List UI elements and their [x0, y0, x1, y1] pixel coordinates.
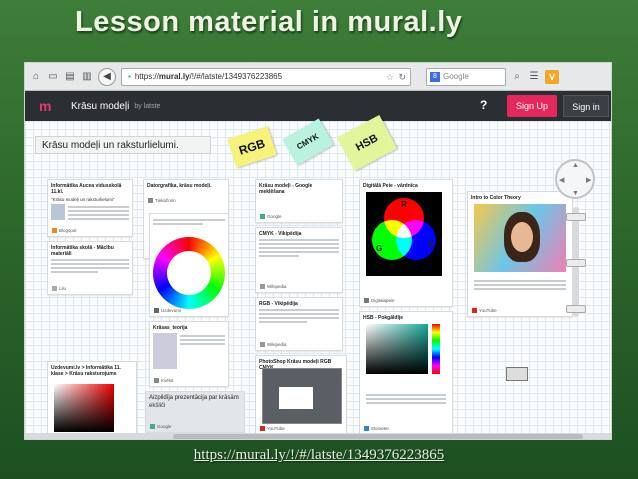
card-source: Tiekažorin	[148, 198, 176, 203]
chevron-right-icon[interactable]: ▶	[586, 176, 591, 184]
help-button[interactable]: ?	[480, 98, 487, 112]
signin-button[interactable]: Sign in	[563, 95, 609, 117]
back-button[interactable]: ◀	[98, 67, 116, 86]
rgb-venn-image: R G B	[366, 192, 442, 276]
card-prezentacija[interactable]: Aizpildīja prezentācija par krāsām ekšli…	[145, 391, 245, 433]
history-icon[interactable]: ▤	[64, 71, 76, 83]
card-source: Slometer	[364, 426, 389, 431]
signup-button[interactable]: Sign Up	[507, 95, 557, 117]
mural-canvas[interactable]: Krāsu modeļi un raksturlielumi. RGB CMYK…	[25, 114, 611, 439]
card-uzdevumi[interactable]: Uzdevumi.lv > Informātika 11. klase > Kr…	[47, 361, 137, 435]
card-title: Aizpildīja prezentācija par krāsām	[149, 395, 239, 401]
reload-icon[interactable]: ↻	[398, 69, 406, 85]
card-digitala-peie[interactable]: Digitālā Peie - vārdnīca R G B Digitalap…	[359, 179, 453, 307]
horizontal-scrollbar-thumb[interactable]	[173, 434, 583, 439]
star-icon[interactable]: ☆	[386, 69, 394, 85]
mural-logo-icon[interactable]: m	[39, 99, 53, 113]
card-aucea[interactable]: Informātika Aucea vidusskolā 11.kl. "Krā…	[47, 179, 133, 237]
card-hsb[interactable]: HSB - Pokgāldīje Slometer	[359, 311, 453, 435]
home-icon[interactable]: ⌂	[30, 71, 42, 83]
chevron-left-icon[interactable]: ◀	[559, 176, 564, 184]
card-source: YouTube	[472, 308, 497, 313]
card-title: Datorgrafika, krāsu modeļi.	[147, 183, 212, 189]
downloads-icon[interactable]: ▥	[81, 71, 93, 83]
card-title: Digitālā Peie - vārdnīca	[363, 183, 418, 189]
board-title: Krāsu modeļi un raksturlielumi.	[35, 136, 211, 154]
card-title: CMYK - Vikipēdija	[259, 231, 302, 237]
card-cmyk-wiki[interactable]: CMYK - Vikipēdija Wikipedia	[255, 227, 343, 293]
search-placeholder: Google	[443, 71, 469, 81]
card-google-search[interactable]: Krāsu modeļi - Google meklēšana Google	[255, 179, 343, 223]
search-icon[interactable]: ⌕	[511, 71, 523, 83]
card-title: Informātika Aucea vidusskolā 11.kl.	[51, 183, 122, 195]
card-title: HSB - Pokgāldīje	[363, 315, 404, 321]
card-title: Informātika skolā - Mācību materiāli	[51, 245, 114, 257]
card-subtitle: ekšliči	[149, 403, 166, 409]
hsb-picker-image	[366, 324, 428, 374]
zoom-out-handle[interactable]	[566, 305, 586, 313]
color-picker-image	[54, 384, 114, 432]
search-engine-icon: 8	[430, 71, 440, 82]
card-source: YouTube	[260, 426, 285, 431]
card-title: RGB - Vikipēdija	[259, 301, 298, 307]
card-source: Google	[150, 424, 172, 429]
screenshot-frame: ⌂ ▭ ▤ ▥ ◀ ▪ https://mural.ly/!/#/latste/…	[24, 62, 612, 440]
card-photoshop[interactable]: PhotoShop Krāsu modeļi RGB CMYK YouTube	[255, 355, 347, 435]
slide-title: Lesson material in mural.ly	[75, 6, 463, 38]
video-thumbnail-image[interactable]	[474, 204, 566, 272]
address-bar[interactable]: ▪ https://mural.ly/!/#/latste/1349376223…	[121, 67, 411, 86]
card-krasas-teorija[interactable]: Krāsas_teorija Kvēlot	[149, 321, 229, 387]
sticky-rgb[interactable]: RGB	[227, 126, 277, 168]
zoom-slider-thumb[interactable]	[566, 259, 586, 267]
chevron-down-icon[interactable]: ▼	[572, 190, 579, 197]
card-source: Wikipedia	[260, 284, 287, 289]
card-rgb-wiki[interactable]: RGB - Vikipēdija Wikipedia	[255, 297, 343, 351]
caption-link[interactable]: https://mural.ly/!/#/latste/134937622386…	[0, 447, 638, 464]
card-color-wheel[interactable]: Uzdevumi	[149, 213, 229, 317]
card-title: Krāsas_teorija	[153, 325, 188, 331]
card-source: Digitalapeie	[364, 298, 395, 303]
zoom-in-handle[interactable]	[566, 213, 586, 221]
card-source: Lilu	[52, 286, 66, 291]
board-author: by latste	[134, 102, 161, 110]
bookmark-icon[interactable]: ▭	[47, 71, 59, 83]
chevron-up-icon[interactable]: ▲	[572, 162, 579, 169]
card-source: Wikipedia	[260, 342, 287, 347]
sticky-hsb[interactable]: HSB	[336, 114, 398, 172]
sticky-cmyk[interactable]: CMYK	[282, 118, 334, 166]
extension-icon[interactable]: V	[545, 69, 559, 84]
mural-header: m Krāsu modeļi by latste ? Sign Up Sign …	[25, 91, 611, 121]
color-wheel-image	[153, 237, 225, 309]
card-macibu[interactable]: Informātika skolā - Mācību materiāli Lil…	[47, 241, 133, 295]
card-title: Krāsu modeļi - Google meklēšana	[259, 183, 313, 195]
card-title: Intro to Color Theory	[471, 195, 521, 201]
board-name: Krāsu modeļi	[71, 100, 130, 112]
pan-control[interactable]: ▲ ▼ ◀ ▶	[555, 159, 595, 199]
photoshop-screenshot-image	[262, 368, 342, 424]
search-box[interactable]: 8 Google	[426, 67, 506, 86]
card-subtitle: "Krāsu modeļi un raksturlielumi"	[51, 197, 115, 202]
card-source: Uzdevumi	[154, 308, 181, 313]
minimap[interactable]	[506, 367, 528, 381]
card-color-theory[interactable]: Intro to Color Theory YouTube	[467, 191, 573, 317]
menu-icon[interactable]: ☰	[528, 71, 540, 83]
card-title: Uzdevumi.lv > Informātika 11. klase > Kr…	[51, 365, 121, 377]
url-text: https://mural.ly/!/#/latste/134937622386…	[134, 71, 283, 81]
card-source: Kvēlot	[154, 378, 174, 383]
card-source: Google	[260, 214, 282, 219]
browser-toolbar: ⌂ ▭ ▤ ▥ ◀ ▪ https://mural.ly/!/#/latste/…	[25, 63, 611, 91]
card-source: Blogspot	[52, 228, 77, 233]
lock-icon: ▪	[128, 71, 131, 81]
